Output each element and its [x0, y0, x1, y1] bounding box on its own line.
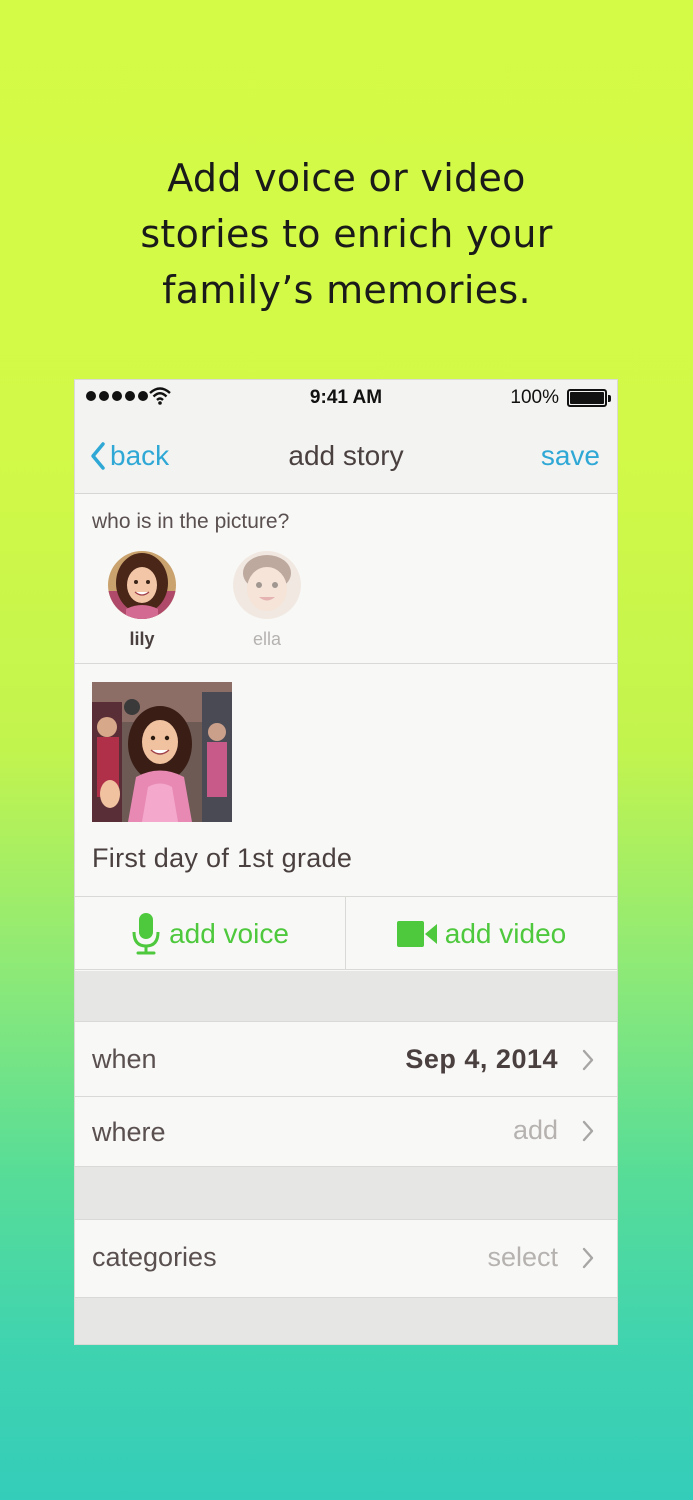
phone-screen: 9:41 AM 100% back add story save who is …: [74, 379, 618, 1345]
video-camera-icon: [396, 920, 437, 947]
person-lily[interactable]: lily: [102, 551, 182, 650]
person-name: lily: [129, 629, 155, 649]
story-title[interactable]: First day of 1st grade: [92, 843, 352, 874]
headline-line-3: family’s memories.: [162, 268, 531, 312]
where-value: add: [512, 1115, 558, 1145]
person-name: ella: [252, 629, 282, 649]
person-ella[interactable]: ella: [227, 551, 307, 650]
where-label: where: [92, 1117, 166, 1147]
chevron-right-icon: [582, 1049, 594, 1071]
chevron-right-icon: [582, 1120, 594, 1142]
avatar: [233, 551, 301, 619]
chevron-right-icon: [582, 1247, 594, 1269]
microphone-icon: [132, 912, 160, 954]
headline-line-2: stories to enrich your: [140, 212, 553, 256]
headline: Add voice or video stories to enrich you…: [0, 150, 693, 318]
categories-label: categories: [92, 1242, 217, 1272]
when-label: when: [92, 1044, 157, 1074]
where-row[interactable]: where add: [75, 1097, 617, 1167]
section-spacer: [75, 1167, 617, 1220]
page-title: add story: [288, 440, 404, 471]
add-video-button[interactable]: add video: [346, 897, 617, 970]
battery-icon: [567, 389, 611, 407]
save-button[interactable]: save: [541, 440, 600, 472]
story-section: First day of 1st grade: [75, 665, 617, 897]
people-question: who is in the picture?: [92, 510, 290, 533]
navigation-bar: back add story save: [75, 416, 617, 494]
section-spacer: [75, 971, 617, 1022]
section-spacer: [75, 1298, 617, 1344]
headline-line-1: Add voice or video: [167, 156, 526, 200]
categories-row[interactable]: categories select: [75, 1220, 617, 1298]
add-voice-button[interactable]: add voice: [75, 897, 346, 970]
story-photo[interactable]: [92, 682, 232, 822]
avatar: [108, 551, 176, 619]
battery-percentage: 100%: [510, 387, 559, 408]
add-video-label: add video: [444, 917, 567, 949]
people-section: who is in the picture? lily ella: [75, 495, 617, 664]
media-row: add voice add video: [75, 897, 617, 970]
when-row[interactable]: when Sep 4, 2014: [75, 1022, 617, 1097]
add-voice-label: add voice: [169, 917, 289, 949]
when-value: Sep 4, 2014: [405, 1044, 558, 1074]
status-bar: 9:41 AM 100%: [75, 380, 617, 416]
categories-value: select: [487, 1242, 558, 1272]
